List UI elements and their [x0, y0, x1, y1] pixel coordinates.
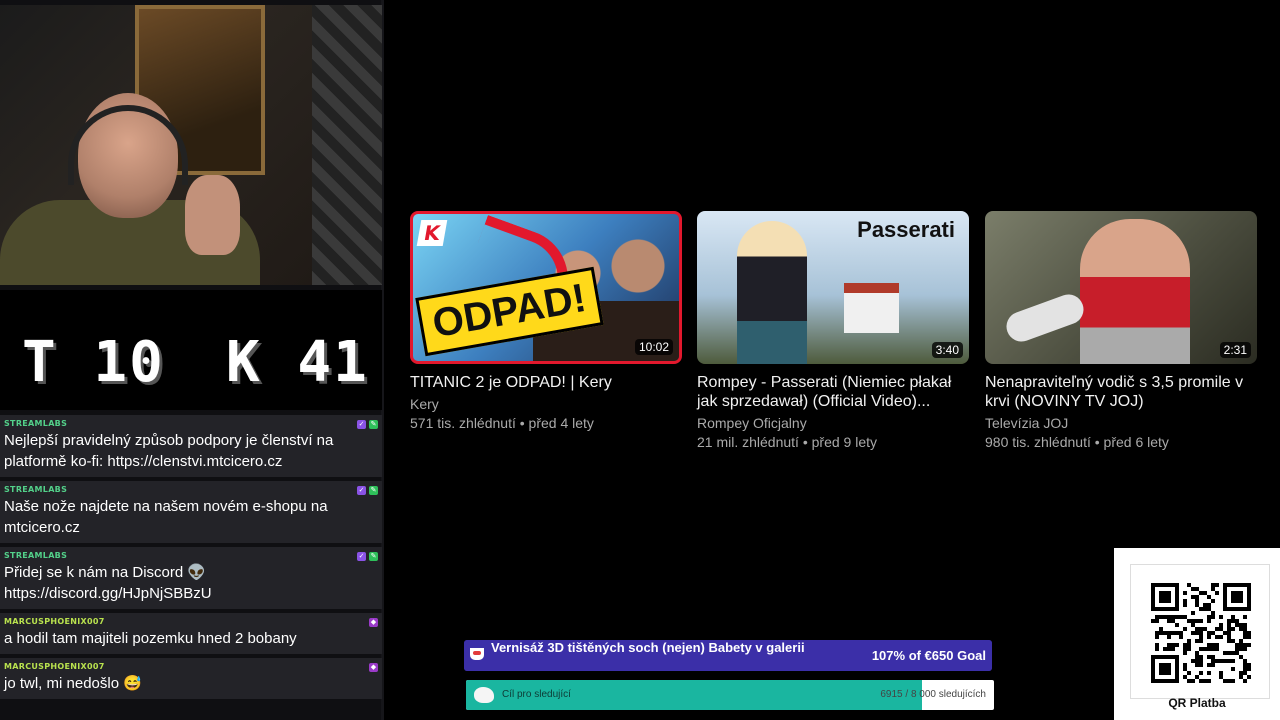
chat-username[interactable]: STREAMLABS [4, 485, 378, 494]
video-channel[interactable]: Rompey Oficjalny [697, 415, 969, 431]
streamer-hand [185, 175, 240, 255]
chat-message: MARCUSPHOENIX007 ◆ jo twl, mi nedošlo 😅 [0, 658, 382, 699]
video-card[interactable]: Passerati 3:40 Rompey - Passerati (Niemi… [697, 211, 969, 450]
score-left: T 10 [22, 330, 165, 395]
qr-payment-panel: QR Platba [1114, 548, 1280, 720]
thumbnail-caption: Passerati [857, 217, 955, 242]
chat-message: STREAMLABS ✓ ✎ Naše nože najdete na naše… [0, 481, 382, 543]
video-meta: 571 tis. zhlédnutí • před 4 lety [410, 415, 594, 431]
moderator-badge-icon: ✓ [357, 486, 366, 495]
video-meta: 980 tis. zhlédnutí • před 6 lety [985, 434, 1169, 450]
follower-goal-progress: 6915 / 8 000 sledujících [880, 689, 986, 700]
chat-panel: STREAMLABS ✓ ✎ Nejlepší pravidelný způso… [0, 415, 382, 703]
video-thumbnail[interactable]: Passerati 3:40 [697, 211, 969, 364]
chat-username[interactable]: STREAMLABS [4, 419, 378, 428]
video-card[interactable]: 2:31 Nenapraviteľný vodič s 3,5 promile … [985, 211, 1257, 450]
tip-goal-progress: 107% of €650 Goal [871, 648, 986, 663]
badge-group: ◆ [369, 663, 378, 672]
chat-username[interactable]: STREAMLABS [4, 551, 378, 560]
video-title[interactable]: Nenapraviteľný vodič s 3,5 promile v krv… [985, 373, 1257, 411]
broadcaster-badge-icon: ✎ [369, 486, 378, 495]
badge-group: ◆ [369, 618, 378, 627]
follower-goal-label: Cíl pro sledující [502, 689, 571, 700]
webcam-feed [0, 5, 382, 285]
chat-message: MARCUSPHOENIX007 ◆ a hodil tam majiteli … [0, 613, 382, 654]
qr-label: QR Platba [1168, 696, 1226, 710]
chat-text: jo twl, mi nedošlo 😅 [4, 675, 142, 692]
tip-goal-bar: Vernisáž 3D tištěných soch (nejen) Babet… [464, 640, 992, 671]
video-duration: 3:40 [931, 342, 963, 358]
video-thumbnail[interactable]: K ODPAD! 10:02 [410, 211, 682, 364]
badge-group: ✓ ✎ [357, 420, 378, 429]
video-channel[interactable]: Televízia JOJ [985, 415, 1257, 431]
acoustic-panel [312, 5, 382, 285]
stream-overlay-column: T 10 K 41 STREAMLABS ✓ ✎ Nejlepší pravid… [0, 0, 384, 720]
video-title[interactable]: Rompey - Passerati (Niemiec płakał jak s… [697, 373, 969, 411]
chat-username[interactable]: MARCUSPHOENIX007 [4, 617, 378, 626]
chat-text: Naše nože najdete na našem novém e-shopu… [4, 498, 328, 536]
video-meta: 21 mil. zhlédnutí • před 9 lety [697, 434, 877, 450]
thumbnail-house [844, 283, 899, 333]
thumbnail-woman [737, 221, 807, 364]
follower-goal-bar: Cíl pro sledující 6915 / 8 000 sledující… [466, 680, 994, 710]
microphone-icon [1002, 290, 1088, 346]
video-title[interactable]: TITANIC 2 je ODPAD! | Kery [410, 373, 682, 392]
chat-message: STREAMLABS ✓ ✎ Nejlepší pravidelný způso… [0, 415, 382, 477]
moderator-badge-icon: ✓ [357, 420, 366, 429]
chat-username[interactable]: MARCUSPHOENIX007 [4, 662, 378, 671]
video-duration: 2:31 [1219, 342, 1251, 358]
bird-icon [474, 687, 494, 703]
chat-message: STREAMLABS ✓ ✎ Přidej se k nám na Discor… [0, 547, 382, 609]
video-card[interactable]: K ODPAD! 10:02 TITANIC 2 je ODPAD! | Ker… [410, 211, 682, 431]
kery-logo-icon: K [416, 220, 448, 246]
chat-text: a hodil tam majiteli pozemku hned 2 boba… [4, 630, 297, 647]
scoreboard: T 10 K 41 [0, 290, 382, 410]
thumbnail-man [1080, 219, 1190, 364]
chat-text: Nejlepší pravidelný způsob podpory je čl… [4, 432, 334, 470]
score-right: K 41 [226, 330, 369, 395]
chat-text: Přidej se k nám na Discord 👽 https://dis… [4, 564, 212, 602]
qr-frame [1130, 564, 1270, 699]
video-channel[interactable]: Kery [410, 396, 682, 412]
subscriber-badge-icon: ◆ [369, 618, 378, 627]
tip-goal-title: Vernisáž 3D tištěných soch (nejen) Babet… [491, 640, 805, 655]
video-thumbnail[interactable]: 2:31 [985, 211, 1257, 364]
qr-code-icon [1151, 583, 1251, 683]
badge-group: ✓ ✎ [357, 552, 378, 561]
broadcaster-badge-icon: ✎ [369, 552, 378, 561]
subscriber-badge-icon: ◆ [369, 663, 378, 672]
video-duration: 10:02 [634, 339, 673, 355]
badge-group: ✓ ✎ [357, 486, 378, 495]
ko-fi-cup-icon [470, 648, 484, 660]
broadcaster-badge-icon: ✎ [369, 420, 378, 429]
moderator-badge-icon: ✓ [357, 552, 366, 561]
